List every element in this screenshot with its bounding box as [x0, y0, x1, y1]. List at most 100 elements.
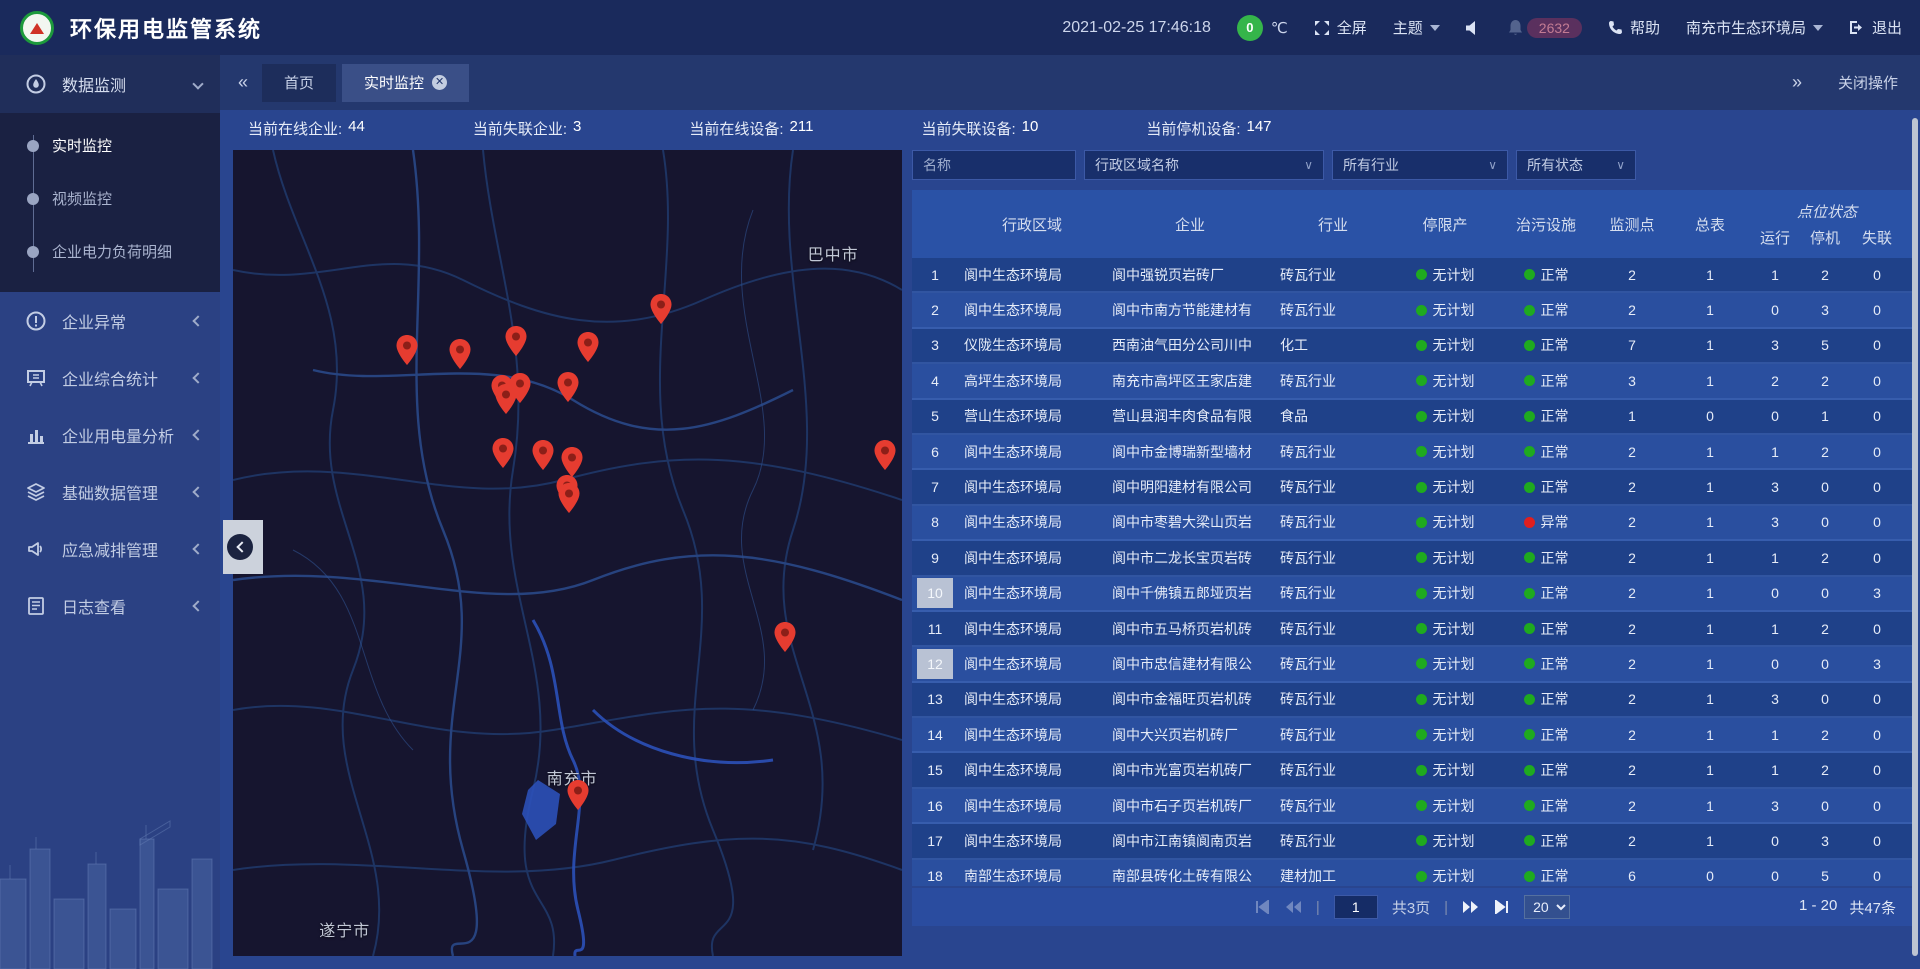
table-row[interactable]: 7 阆中生态环境局 阆中明阳建材有限公司 砖瓦行业 无计划 正常 2 1 3 0…	[912, 470, 1912, 505]
close-icon[interactable]: ✕	[432, 75, 447, 90]
map-pin-icon[interactable]	[650, 294, 672, 324]
help-button[interactable]: 帮助	[1608, 17, 1660, 38]
cell-total-meters: 1	[1670, 329, 1750, 362]
status-dot-icon	[1416, 517, 1427, 528]
cell-offline: 0	[1850, 435, 1904, 468]
cell-stopped: 1	[1800, 400, 1850, 433]
cell-monitor-points: 6	[1594, 860, 1670, 886]
tab-realtime-monitoring[interactable]: 实时监控 ✕	[342, 64, 469, 102]
name-filter-input[interactable]	[923, 157, 1065, 173]
cell-running: 3	[1750, 789, 1800, 822]
table-row[interactable]: 2 阆中生态环境局 阆中市南方节能建材有 砖瓦行业 无计划 正常 2 1 0 3…	[912, 293, 1912, 328]
region-filter-dropdown[interactable]: 行政区域名称 ∨	[1084, 150, 1324, 180]
cell-industry: 砖瓦行业	[1274, 683, 1392, 716]
sidebar-item-video-monitoring[interactable]: 视频监控	[0, 172, 220, 225]
cell-running: 0	[1750, 400, 1800, 433]
table-row[interactable]: 4 高坪生态环境局 南充市高坪区王家店建 砖瓦行业 无计划 正常 3 1 2 2…	[912, 364, 1912, 399]
industry-filter-dropdown[interactable]: 所有行业 ∨	[1332, 150, 1508, 180]
table-row[interactable]: 12 阆中生态环境局 阆中市忠信建材有限公 砖瓦行业 无计划 正常 2 1 0 …	[912, 647, 1912, 682]
table-row[interactable]: 3 仪陇生态环境局 西南油气田分公司川中 化工 无计划 正常 7 1 3 5 0	[912, 329, 1912, 364]
sidebar-group-data-monitoring[interactable]: 数据监测	[0, 55, 220, 113]
sidebar-item-power-load-detail[interactable]: 企业电力负荷明细	[0, 225, 220, 278]
speaker-icon	[1466, 21, 1482, 35]
theme-dropdown[interactable]: 主题	[1393, 17, 1440, 38]
map-pin-icon[interactable]	[577, 332, 599, 362]
table-row[interactable]: 1 阆中生态环境局 阆中强锐页岩砖厂 砖瓦行业 无计划 正常 2 1 1 2 0	[912, 258, 1912, 293]
cell-industry: 砖瓦行业	[1274, 789, 1392, 822]
tabs-scroll-left-button[interactable]: «	[230, 72, 256, 93]
tab-home[interactable]: 首页	[262, 64, 336, 102]
cell-company: 阆中市南方节能建材有	[1106, 293, 1274, 326]
table-row[interactable]: 13 阆中生态环境局 阆中市金福旺页岩机砖 砖瓦行业 无计划 正常 2 1 3 …	[912, 683, 1912, 718]
table-row[interactable]: 5 营山生态环境局 营山县润丰肉食品有限 食品 无计划 正常 1 0 0 1 0	[912, 400, 1912, 435]
map-pin-icon[interactable]	[558, 483, 580, 513]
sidebar-item-base-data-management[interactable]: 基础数据管理	[0, 463, 220, 520]
page-size-select[interactable]: 20	[1524, 895, 1570, 919]
cell-region: 阆中生态环境局	[958, 753, 1106, 786]
name-filter-input-box[interactable]	[912, 150, 1076, 180]
status-dot-icon	[1524, 729, 1535, 740]
bell-icon	[1508, 20, 1523, 36]
cell-production-status: 无计划	[1392, 647, 1498, 680]
first-page-button[interactable]	[1254, 900, 1270, 914]
page-number-input[interactable]	[1334, 895, 1378, 919]
cell-region: 阆中生态环境局	[958, 293, 1106, 326]
status-filter-dropdown[interactable]: 所有状态 ∨	[1516, 150, 1636, 180]
notifications[interactable]: 2632	[1508, 18, 1582, 38]
tabs-scroll-right-button[interactable]: »	[1784, 72, 1810, 93]
sidebar-item-emergency-reduction[interactable]: 应急减排管理	[0, 520, 220, 577]
map-pin-icon[interactable]	[561, 447, 583, 477]
sidebar-item-power-usage-analysis[interactable]: 企业用电量分析	[0, 406, 220, 463]
prev-page-button[interactable]	[1284, 900, 1302, 914]
cell-offline: 0	[1850, 683, 1904, 716]
close-operations-button[interactable]: 关闭操作	[1838, 72, 1898, 93]
status-dot-icon	[1416, 694, 1427, 705]
table-row[interactable]: 15 阆中生态环境局 阆中市光富页岩机砖厂 砖瓦行业 无计划 正常 2 1 1 …	[912, 753, 1912, 788]
col-header-facility: 治污设施	[1498, 190, 1594, 258]
cell-region: 阆中生态环境局	[958, 718, 1106, 751]
table-row[interactable]: 9 阆中生态环境局 阆中市二龙长宝页岩砖 砖瓦行业 无计划 正常 2 1 1 2…	[912, 541, 1912, 576]
col-header-company: 企业	[1106, 190, 1274, 258]
table-row[interactable]: 17 阆中生态环境局 阆中市江南镇阆南页岩 砖瓦行业 无计划 正常 2 1 0 …	[912, 824, 1912, 859]
table-row[interactable]: 11 阆中生态环境局 阆中市五马桥页岩机砖 砖瓦行业 无计划 正常 2 1 1 …	[912, 612, 1912, 647]
map-pin-icon[interactable]	[505, 326, 527, 356]
cell-facility-status: 正常	[1498, 824, 1594, 857]
cell-stopped: 3	[1800, 293, 1850, 326]
map-pin-icon[interactable]	[495, 384, 517, 414]
map-pin-icon[interactable]	[449, 339, 471, 369]
next-page-button[interactable]	[1462, 900, 1480, 914]
org-dropdown[interactable]: 南充市生态环境局	[1686, 17, 1823, 38]
map-pin-icon[interactable]	[532, 440, 554, 470]
cell-monitor-points: 2	[1594, 293, 1670, 326]
sidebar-item-log-view[interactable]: 日志查看	[0, 577, 220, 634]
cell-monitor-points: 2	[1594, 577, 1670, 610]
map-panel[interactable]: 巴中市南充市遂宁市	[233, 150, 902, 956]
map-collapse-handle[interactable]	[223, 520, 263, 574]
cell-facility-status: 正常	[1498, 541, 1594, 574]
table-row[interactable]: 18 南部生态环境局 南部县砖化土砖有限公 建材加工 无计划 正常 6 0 0 …	[912, 860, 1912, 886]
logout-button[interactable]: 退出	[1849, 17, 1902, 38]
map-pin-icon[interactable]	[774, 622, 796, 652]
cell-company: 阆中市江南镇阆南页岩	[1106, 824, 1274, 857]
map-pin-icon[interactable]	[874, 440, 896, 470]
fullscreen-button[interactable]: 全屏	[1314, 17, 1367, 38]
mute-button[interactable]	[1466, 21, 1482, 35]
page-scrollbar[interactable]	[1912, 118, 1918, 956]
table-row[interactable]: 8 阆中生态环境局 阆中市枣碧大梁山页岩 砖瓦行业 无计划 异常 2 1 3 0…	[912, 506, 1912, 541]
map-pin-icon[interactable]	[567, 780, 589, 810]
map-pin-icon[interactable]	[557, 372, 579, 402]
map-pin-icon[interactable]	[492, 438, 514, 468]
sidebar-item-enterprise-statistics[interactable]: 企业综合统计	[0, 349, 220, 406]
sidebar-item-enterprise-abnormal[interactable]: 企业异常	[0, 292, 220, 349]
cell-monitor-points: 2	[1594, 435, 1670, 468]
table-row[interactable]: 10 阆中生态环境局 阆中千佛镇五郎垭页岩 砖瓦行业 无计划 正常 2 1 0 …	[912, 577, 1912, 612]
map-pin-icon[interactable]	[396, 335, 418, 365]
cell-monitor-points: 2	[1594, 541, 1670, 574]
chevron-left-icon	[192, 486, 203, 497]
table-row[interactable]: 14 阆中生态环境局 阆中大兴页岩机砖厂 砖瓦行业 无计划 正常 2 1 1 2…	[912, 718, 1912, 753]
cell-total-meters: 1	[1670, 258, 1750, 291]
last-page-button[interactable]	[1494, 900, 1510, 914]
table-row[interactable]: 16 阆中生态环境局 阆中市石子页岩机砖厂 砖瓦行业 无计划 正常 2 1 3 …	[912, 789, 1912, 824]
sidebar-item-realtime-monitoring[interactable]: 实时监控	[0, 119, 220, 172]
table-row[interactable]: 6 阆中生态环境局 阆中市金博瑞新型墙材 砖瓦行业 无计划 正常 2 1 1 2…	[912, 435, 1912, 470]
